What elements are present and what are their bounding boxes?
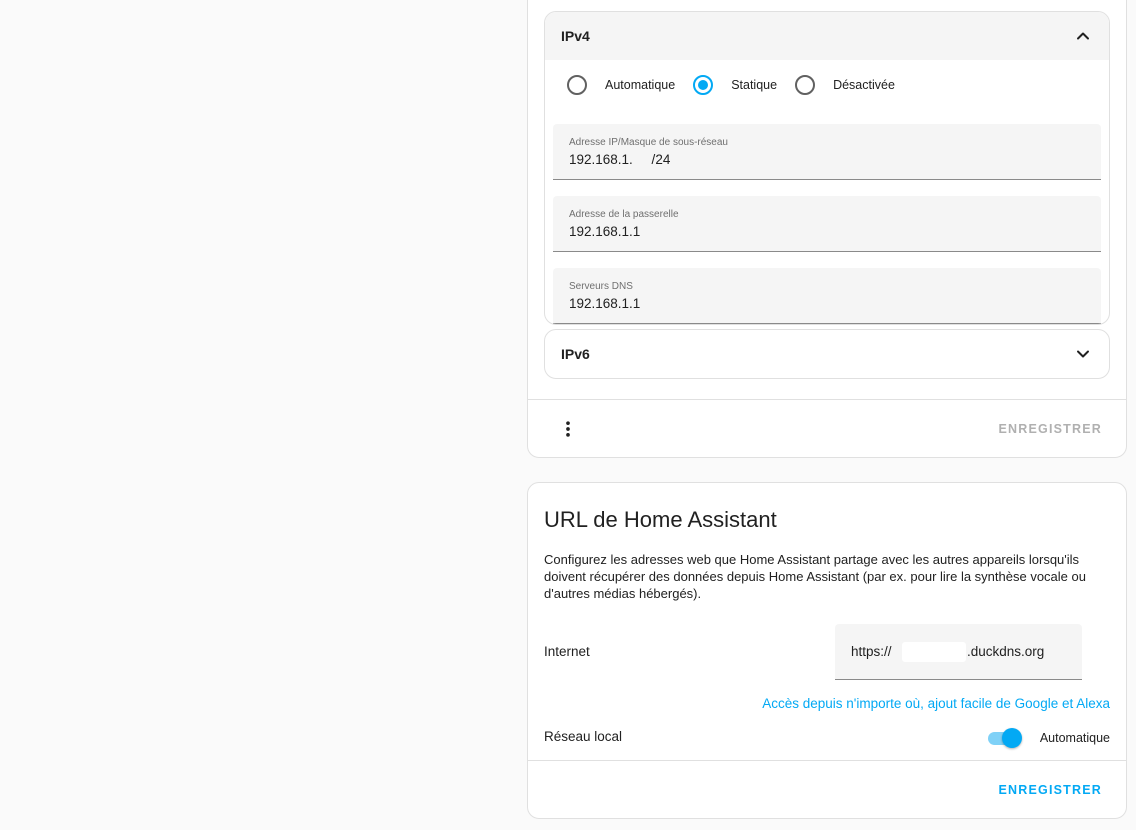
gateway-label: Adresse de la passerelle: [569, 209, 679, 220]
url-card-actions: ENREGISTRER: [528, 760, 1126, 818]
internet-url-suffix: .duckdns.org: [967, 644, 1045, 659]
ipv4-panel: IPv4 Automatique Statique Désactivée Adr…: [544, 11, 1110, 325]
local-network-toggle[interactable]: [986, 727, 1024, 749]
ip-address-value: 192.168.1. /24: [569, 152, 671, 167]
ip-address-label: Adresse IP/Masque de sous-réseau: [569, 137, 728, 148]
radio-desactivee[interactable]: [795, 75, 816, 95]
more-vertical-icon[interactable]: [558, 419, 578, 439]
chevron-up-icon[interactable]: [1073, 26, 1093, 46]
internet-url-redaction: [902, 642, 966, 662]
network-card: IPv4 Automatique Statique Désactivée Adr…: [527, 0, 1127, 458]
ipv6-title: IPv6: [561, 346, 590, 362]
url-card: URL de Home Assistant Configurez les adr…: [527, 482, 1127, 819]
gateway-field[interactable]: Adresse de la passerelle 192.168.1.1: [553, 196, 1101, 252]
toggle-thumb: [1002, 728, 1022, 748]
radio-label-automatique: Automatique: [605, 78, 676, 92]
ip-address-field[interactable]: Adresse IP/Masque de sous-réseau 192.168…: [553, 124, 1101, 180]
url-card-title: URL de Home Assistant: [544, 507, 777, 532]
radio-statique[interactable]: [693, 75, 714, 95]
dns-servers-value: 192.168.1.1: [569, 296, 641, 311]
ipv6-panel-header[interactable]: IPv6: [545, 330, 1109, 378]
dns-servers-label: Serveurs DNS: [569, 281, 633, 292]
internet-url-prefix: https://: [851, 644, 892, 659]
radio-label-desactivee: Désactivée: [833, 78, 895, 92]
radio-automatique[interactable]: [567, 75, 587, 95]
cloud-link[interactable]: Accès depuis n'importe où, ajout facile …: [762, 696, 1110, 711]
url-card-description: Configurez les adresses web que Home Ass…: [544, 552, 1086, 601]
gateway-value: 192.168.1.1: [569, 224, 641, 239]
radio-label-statique: Statique: [731, 78, 778, 92]
toggle-label: Automatique: [1039, 731, 1110, 745]
internet-label: Internet: [544, 644, 590, 659]
chevron-down-icon[interactable]: [1073, 344, 1093, 364]
url-save-button[interactable]: ENREGISTRER: [999, 783, 1103, 797]
internet-url-field[interactable]: https:// .duckdns.org: [835, 624, 1082, 680]
network-card-actions: ENREGISTRER: [528, 399, 1126, 457]
network-save-button[interactable]: ENREGISTRER: [999, 422, 1103, 436]
ipv4-mode-radio-group: Automatique Statique Désactivée: [567, 74, 913, 96]
local-network-label: Réseau local: [544, 729, 623, 744]
ipv6-panel: IPv6: [544, 329, 1110, 379]
dns-servers-field[interactable]: Serveurs DNS 192.168.1.1: [553, 268, 1101, 324]
ipv4-panel-header[interactable]: IPv4: [545, 12, 1109, 60]
ipv4-title: IPv4: [561, 28, 590, 44]
